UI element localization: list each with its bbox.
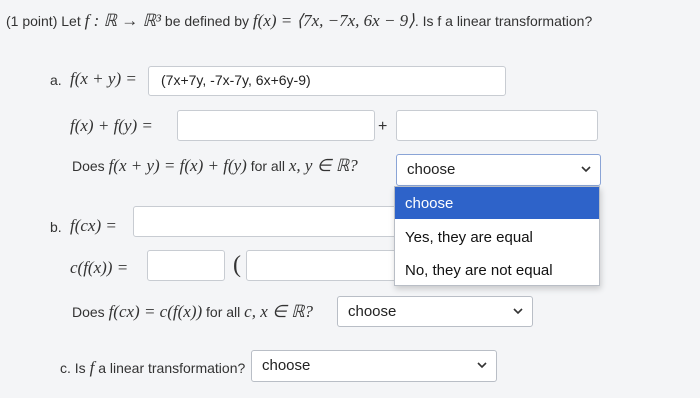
part-c-question-rest: a linear transformation?	[98, 360, 246, 376]
homogeneity-equation: f(cx) = c(f(x))	[108, 302, 203, 321]
fxy-input[interactable]: (7x+7y, -7x-7y, 6x+6y-9)	[148, 66, 506, 96]
fx-inner-input[interactable]	[246, 250, 398, 281]
fcx-label: f(cx) =	[70, 216, 117, 235]
part-a-select-value: choose	[407, 161, 456, 178]
fxy-input-value: (7x+7y, -7x-7y, 6x+6y-9)	[161, 72, 311, 88]
quantifier-vars: x, y ∈ ℝ?	[288, 156, 358, 175]
chevron-down-icon	[581, 166, 591, 173]
does-text: Does	[72, 158, 105, 174]
function-map: f : ℝ → ℝ³	[84, 11, 162, 30]
part-c-select-value: choose	[262, 357, 311, 374]
part-b-select-value: choose	[348, 303, 397, 320]
fy-input[interactable]	[396, 110, 598, 141]
part-c-select[interactable]: choose	[251, 350, 497, 382]
dropdown-option-no[interactable]: No, they are not equal	[395, 254, 599, 286]
let-text: Let	[61, 13, 81, 29]
fx-plus-fy-label: f(x) + f(y) =	[70, 116, 153, 135]
points-label: (1 point)	[6, 13, 58, 29]
dropdown-option-choose[interactable]: choose	[395, 187, 599, 219]
part-b-select[interactable]: choose	[337, 296, 533, 327]
for-all-text: for all	[206, 304, 241, 320]
f-symbol: f	[89, 358, 95, 377]
problem-statement: (1 point) Let f : ℝ → ℝ³ be defined by f…	[6, 11, 592, 31]
dropdown-option-yes[interactable]: Yes, they are equal	[395, 221, 599, 253]
does-text: Does	[72, 304, 105, 320]
plus-sign: +	[378, 118, 388, 135]
fx-input[interactable]	[177, 110, 375, 141]
quantifier-vars: c, x ∈ ℝ?	[244, 302, 314, 321]
option-label: No, they are not equal	[405, 262, 553, 279]
be-defined-text: be defined by	[164, 13, 249, 29]
part-c-question: c. Is f a linear transformation?	[60, 358, 245, 378]
part-a-select[interactable]: choose	[396, 154, 601, 186]
part-b-question: Does f(cx) = c(f(x)) for all c, x ∈ ℝ?	[72, 302, 313, 322]
c-input[interactable]	[147, 250, 225, 281]
chevron-down-icon	[477, 362, 487, 369]
function-formula: f(x) = ⟨7x, −7x, 6x − 9⟩	[252, 11, 415, 30]
part-a-label: a.	[50, 72, 62, 88]
part-a-dropdown-menu: choose Yes, they are equal No, they are …	[394, 186, 600, 286]
additivity-equation: f(x + y) = f(x) + f(y)	[108, 156, 247, 175]
option-label: Yes, they are equal	[405, 229, 533, 246]
part-b-label: b.	[50, 219, 62, 235]
option-label: choose	[405, 195, 454, 212]
fcx-input[interactable]	[133, 206, 398, 237]
part-a-question: Does f(x + y) = f(x) + f(y) for all x, y…	[72, 156, 358, 176]
question-text: . Is f a linear transformation?	[414, 13, 593, 29]
fxy-label: f(x + y) =	[70, 69, 137, 88]
for-all-text: for all	[250, 158, 285, 174]
chevron-down-icon	[513, 308, 523, 315]
open-paren: (	[233, 252, 241, 278]
part-c-label: c. Is	[60, 360, 86, 376]
cfx-label: c(f(x)) =	[70, 258, 129, 277]
